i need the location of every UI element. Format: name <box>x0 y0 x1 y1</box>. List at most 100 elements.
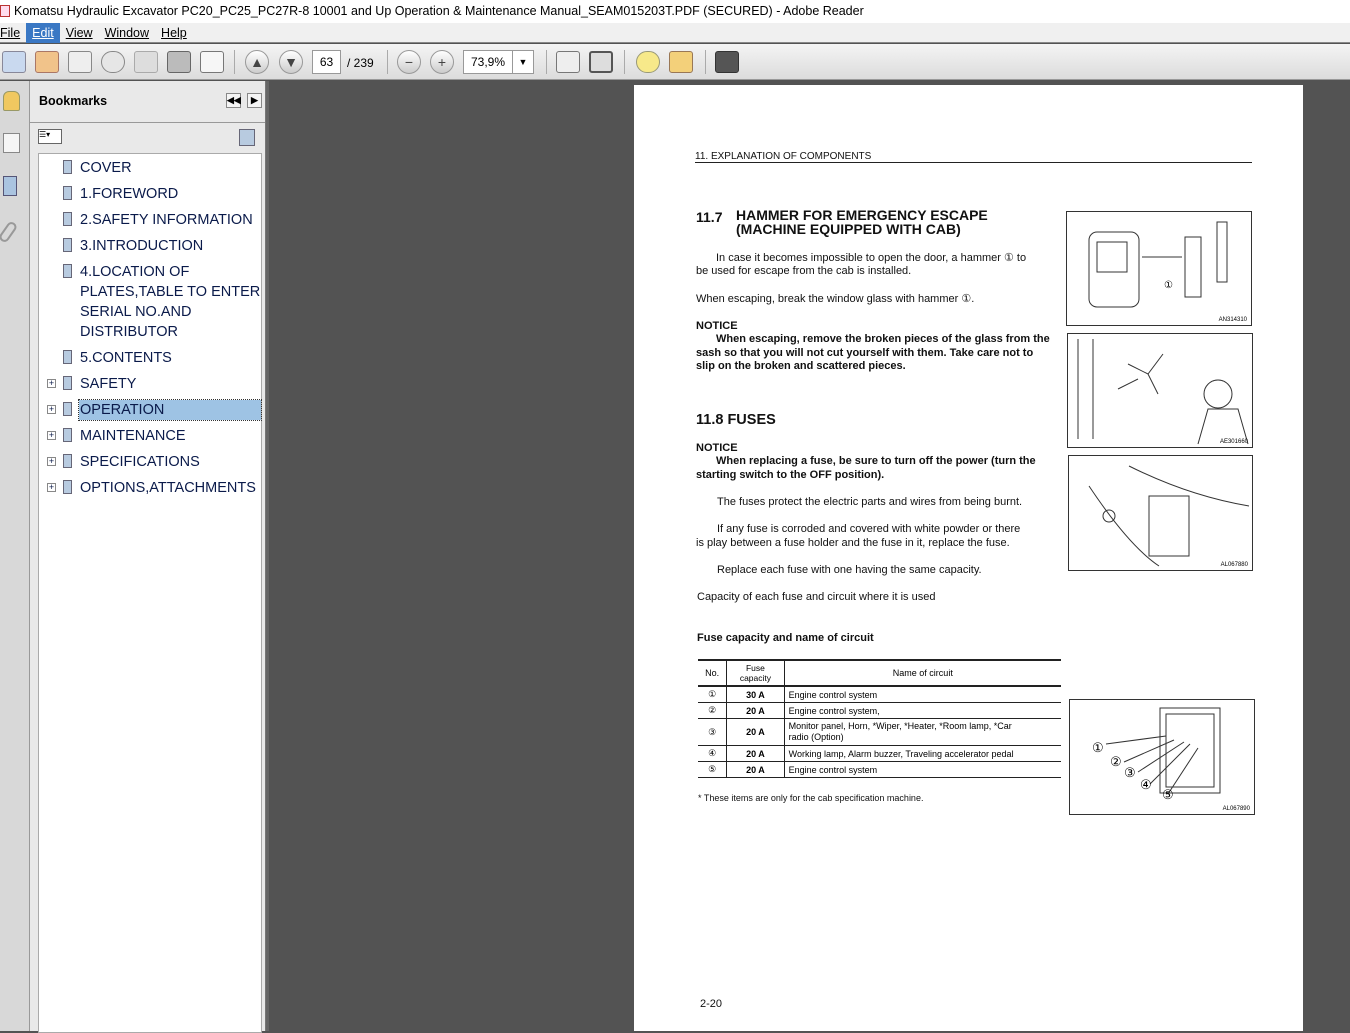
notice-heading: NOTICE <box>696 442 738 454</box>
zoom-out-button[interactable]: − <box>397 50 421 74</box>
prev-page-button[interactable]: ▲ <box>245 50 269 74</box>
menu-window[interactable]: Window <box>99 23 155 43</box>
bookmark-label: OPERATION <box>78 399 262 421</box>
section-title: HAMMER FOR EMERGENCY ESCAPE (MACHINE EQUI… <box>736 207 988 237</box>
table-row: ③ 20 A Monitor panel, Horn, *Wiper, *Heate… <box>698 718 1061 746</box>
bookmark-from-selection-icon[interactable] <box>239 129 255 146</box>
bookmark-icon <box>63 186 72 200</box>
zoom-in-button[interactable]: + <box>430 50 454 74</box>
figure-fuse-box: ① ② ③ ④ ⑤ AL067890 <box>1069 699 1255 815</box>
bookmark-item[interactable]: 2.SAFETY INFORMATION <box>39 210 263 230</box>
bookmark-icon <box>63 480 72 494</box>
bookmark-item[interactable]: 1.FOREWORD <box>39 184 263 204</box>
zoom-dropdown-chevron-down-icon[interactable]: ▼ <box>512 50 534 74</box>
section-number: 11.7 <box>696 209 723 225</box>
email-icon[interactable] <box>200 51 224 73</box>
menu-help[interactable]: Help <box>155 23 193 43</box>
notice-text: When escaping, remove the broken pieces … <box>716 333 1050 345</box>
expand-plus-icon[interactable]: + <box>47 457 56 466</box>
figure-fuse-location: AL067880 <box>1068 455 1253 571</box>
bookmark-label: COVER <box>80 160 132 176</box>
pages-icon[interactable] <box>3 133 20 153</box>
bookmark-item[interactable]: COVER <box>39 158 263 178</box>
cloud-upload-icon[interactable] <box>101 51 125 73</box>
bookmark-item[interactable]: 4.LOCATION OF PLATES,TABLE TO ENTER SERI… <box>39 262 263 342</box>
save-icon[interactable] <box>134 51 158 73</box>
bookmark-icon <box>63 238 72 252</box>
attachment-paperclip-icon[interactable] <box>0 220 19 244</box>
open-icon[interactable] <box>2 51 26 73</box>
bookmark-label: 2.SAFETY INFORMATION <box>80 212 253 228</box>
fuse-table: No. Fuse capacity Name of circuit ① 30 A Eng… <box>698 659 1061 778</box>
expand-plus-icon[interactable]: + <box>47 379 56 388</box>
comment-icon[interactable] <box>636 51 660 73</box>
section-title: 11.8 FUSES <box>696 412 776 428</box>
table-row: ⑤ 20 A Engine control system <box>698 761 1061 778</box>
bookmark-item[interactable]: 5.CONTENTS <box>39 348 263 368</box>
edit-icon[interactable] <box>68 51 92 73</box>
expand-plus-icon[interactable]: + <box>47 431 56 440</box>
expand-plus-icon[interactable]: + <box>47 405 56 414</box>
bookmark-tree: COVER 1.FOREWORD 2.SAFETY INFORMATION 3.INT… <box>38 153 262 1033</box>
paragraph: Replace each fuse with one having the sa… <box>717 564 982 576</box>
notice-text: When replacing a fuse, be sure to turn o… <box>716 455 1036 467</box>
table-row: ② 20 A Engine control system, <box>698 702 1061 719</box>
panel-resize-handle[interactable] <box>266 81 269 1031</box>
running-header: 11. EXPLANATION OF COMPONENTS <box>695 151 872 162</box>
menu-edit[interactable]: Edit <box>26 23 60 43</box>
table-row: ④ 20 A Working lamp, Alarm buzzer, Traveli… <box>698 745 1061 762</box>
bookmark-item[interactable]: 3.INTRODUCTION <box>39 236 263 256</box>
print-icon[interactable] <box>167 51 191 73</box>
bookmarks-panel: Bookmarks ◀◀ ▶ ☰▾ COVER 1.FOREWORD 2.SAFET… <box>30 81 266 1033</box>
menu-view[interactable]: View <box>60 23 99 43</box>
bookmark-label: OPTIONS,ATTACHMENTS <box>80 480 256 496</box>
bookmark-item[interactable]: + MAINTENANCE <box>39 426 263 446</box>
expand-panel-icon[interactable]: ▶ <box>247 93 262 108</box>
window-title: Komatsu Hydraulic Excavator PC20_PC25_PC… <box>14 4 864 18</box>
fit-page-icon[interactable] <box>589 51 613 73</box>
bookmark-icon <box>63 428 72 442</box>
bookmark-label: 3.INTRODUCTION <box>80 238 204 254</box>
page-number-input[interactable]: 63 <box>312 50 341 74</box>
notice-text: sash so that you will not cut yourself w… <box>696 347 1034 359</box>
fullscreen-expand-icon[interactable] <box>715 51 739 73</box>
panel-title: Bookmarks <box>39 94 108 108</box>
menu-file[interactable]: File <box>0 23 26 43</box>
svg-text:①: ① <box>1164 280 1173 291</box>
fit-width-icon[interactable] <box>556 51 580 73</box>
sign-icon[interactable] <box>669 51 693 73</box>
bookmark-icon <box>63 212 72 226</box>
bookmark-item[interactable]: + SAFETY <box>39 374 263 394</box>
table-title: Fuse capacity and name of circuit <box>697 632 874 644</box>
bookmark-item[interactable]: + SPECIFICATIONS <box>39 452 263 472</box>
next-page-button[interactable]: ▼ <box>279 50 303 74</box>
bookmark-icon <box>63 402 72 416</box>
expand-plus-icon[interactable]: + <box>47 483 56 492</box>
zoom-input[interactable]: 73,9% <box>463 50 513 74</box>
notice-text: starting switch to the OFF position). <box>696 469 885 481</box>
bookmark-icon <box>63 376 72 390</box>
bookmark-label: MAINTENANCE <box>80 428 186 444</box>
notice-heading: NOTICE <box>696 320 738 332</box>
bookmark-label: SAFETY <box>80 376 137 392</box>
bookmark-item[interactable]: + OPTIONS,ATTACHMENTS <box>39 478 263 498</box>
collapse-panel-icon[interactable]: ◀◀ <box>226 93 241 108</box>
paragraph: In case it becomes impossible to open th… <box>716 252 1027 264</box>
options-menu-icon[interactable]: ☰▾ <box>38 129 62 144</box>
paragraph: The fuses protect the electric parts and… <box>717 496 1023 508</box>
table-row: ① 30 A Engine control system <box>698 686 1061 703</box>
bookmark-icon <box>63 350 72 364</box>
figure-break-glass: AE301660 <box>1067 333 1253 448</box>
figure-hammer-location: ① AN314310 <box>1066 211 1252 326</box>
toolbar: ▲ ▼ 63 / 239 − + 73,9% ▼ <box>0 44 1350 80</box>
lock-icon[interactable] <box>3 91 20 111</box>
paragraph: If any fuse is corroded and covered with… <box>717 523 1021 535</box>
create-pdf-icon[interactable] <box>35 51 59 73</box>
pdf-app-icon <box>0 5 10 17</box>
footnote: * These items are only for the cab speci… <box>698 793 924 803</box>
paragraph: Capacity of each fuse and circuit where … <box>697 591 936 603</box>
bookmark-icon <box>63 160 72 174</box>
bookmarks-icon[interactable] <box>3 176 17 196</box>
bookmark-label: 4.LOCATION OF PLATES,TABLE TO ENTER SERI… <box>80 264 261 340</box>
bookmark-item[interactable]: + OPERATION <box>39 399 263 421</box>
